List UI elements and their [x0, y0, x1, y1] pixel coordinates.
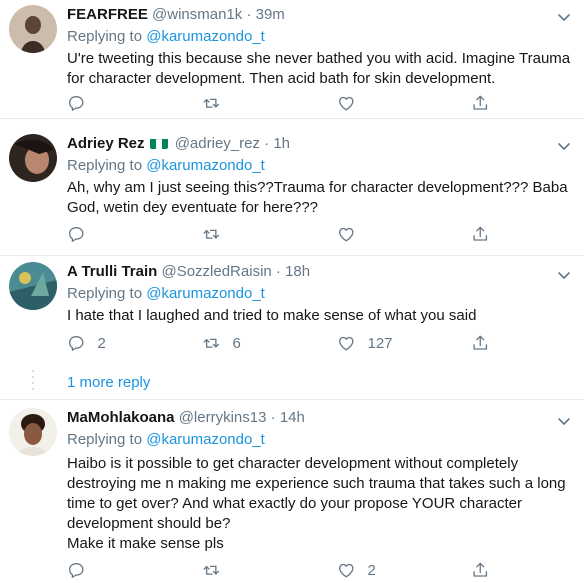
like-button[interactable]: [337, 93, 368, 113]
mention-link[interactable]: @karumazondo_t: [146, 28, 265, 45]
reply-icon: [69, 226, 84, 242]
retweet-icon: [203, 565, 219, 575]
replying-to: Replying to @karumazondo_t: [67, 284, 572, 304]
retweet-count: 6: [232, 334, 241, 352]
reply-icon: [69, 562, 84, 578]
like-icon: [339, 563, 354, 578]
avatar-image: [9, 262, 57, 310]
separator: ·: [270, 409, 276, 426]
avatar[interactable]: [9, 262, 57, 310]
tweet-text: U're tweeting this because she never bat…: [67, 50, 571, 87]
avatar-image: [9, 5, 57, 53]
tweet-text: I hate that I laughed and tried to make …: [67, 307, 477, 324]
mention-link[interactable]: @karumazondo_t: [146, 431, 265, 448]
user-handle[interactable]: @lerrykins13: [179, 409, 267, 426]
share-icon: [473, 335, 488, 350]
retweet-button[interactable]: [202, 224, 233, 244]
display-name[interactable]: A Trulli Train: [67, 263, 157, 280]
reply-icon: [69, 95, 84, 111]
like-icon: [339, 96, 354, 111]
separator: ·: [246, 6, 252, 23]
avatar-image: [9, 134, 57, 182]
timestamp[interactable]: 18h: [285, 263, 310, 280]
separator: ·: [264, 135, 270, 152]
like-count: 2: [367, 561, 376, 579]
mention-link[interactable]: @karumazondo_t: [146, 157, 265, 174]
retweet-button[interactable]: [202, 560, 233, 580]
reply-button[interactable]: [67, 560, 98, 580]
reply-count: 2: [97, 334, 106, 352]
chevron-down-icon[interactable]: [556, 413, 572, 429]
display-name[interactable]: FEARFREE: [67, 6, 148, 23]
chevron-down-icon[interactable]: [556, 138, 572, 154]
chevron-down-icon[interactable]: [556, 267, 572, 283]
show-more-replies-link[interactable]: 1 more reply: [67, 373, 150, 393]
avatar[interactable]: [9, 5, 57, 53]
like-icon: [339, 227, 354, 242]
tweet[interactable]: MaMohlakoana @lerrykins13 · 14h Replying…: [0, 400, 584, 583]
replying-prefix: Replying to: [67, 285, 147, 302]
timestamp[interactable]: 1h: [273, 135, 290, 152]
like-button[interactable]: [337, 224, 368, 244]
timestamp[interactable]: 39m: [256, 6, 285, 23]
reply-button[interactable]: 2: [67, 333, 106, 353]
tweet-header: A Trulli Train @SozzledRaisin · 18h: [67, 262, 572, 282]
replying-prefix: Replying to: [67, 28, 147, 45]
share-icon: [473, 226, 488, 241]
tweet-header: MaMohlakoana @lerrykins13 · 14h: [67, 408, 572, 428]
share-button[interactable]: [471, 93, 490, 113]
tweet-text: Ah, why am I just seeing this??Trauma fo…: [67, 179, 568, 216]
share-button[interactable]: [471, 560, 490, 580]
tweet-header: FEARFREE @winsman1k · 39m: [67, 5, 572, 25]
reply-button[interactable]: [67, 93, 98, 113]
reply-button[interactable]: [67, 224, 98, 244]
thread-connector: [32, 370, 34, 392]
nigeria-flag-icon: [149, 137, 168, 149]
retweet-button[interactable]: [202, 93, 233, 113]
retweet-icon: [203, 229, 219, 239]
like-icon: [339, 336, 354, 351]
timestamp[interactable]: 14h: [280, 409, 305, 426]
share-icon: [473, 95, 488, 110]
tweet[interactable]: Adriey Rez @adriey_rez · 1h Replying to …: [0, 119, 584, 256]
replying-prefix: Replying to: [67, 431, 147, 448]
replying-to: Replying to @karumazondo_t: [67, 156, 572, 176]
share-icon: [473, 562, 488, 577]
retweet-icon: [203, 98, 219, 108]
user-handle[interactable]: @winsman1k: [152, 6, 242, 23]
reply-icon: [69, 335, 84, 351]
display-name[interactable]: MaMohlakoana: [67, 409, 175, 426]
avatar-image: [9, 408, 57, 456]
avatar[interactable]: [9, 408, 57, 456]
user-handle[interactable]: @SozzledRaisin: [161, 263, 271, 280]
tweet[interactable]: FEARFREE @winsman1k · 39m Replying to @k…: [0, 0, 584, 119]
separator: ·: [275, 263, 281, 280]
chevron-down-icon[interactable]: [556, 9, 572, 25]
like-count: 127: [367, 334, 393, 352]
like-button[interactable]: 127: [337, 333, 393, 353]
share-button[interactable]: [471, 224, 490, 244]
display-name[interactable]: Adriey Rez: [67, 135, 145, 152]
tweet-text: Haibo is it possible to get character de…: [67, 455, 566, 552]
replying-to: Replying to @karumazondo_t: [67, 27, 572, 47]
replying-prefix: Replying to: [67, 157, 147, 174]
avatar[interactable]: [9, 134, 57, 182]
mention-link[interactable]: @karumazondo_t: [146, 285, 265, 302]
retweet-icon: [203, 338, 219, 348]
retweet-button[interactable]: 6: [202, 333, 241, 353]
user-handle[interactable]: @adriey_rez: [175, 135, 260, 152]
replying-to: Replying to @karumazondo_t: [67, 430, 572, 450]
like-button[interactable]: 2: [337, 560, 376, 580]
share-button[interactable]: [471, 333, 490, 353]
tweet-header: Adriey Rez @adriey_rez · 1h: [67, 134, 572, 154]
